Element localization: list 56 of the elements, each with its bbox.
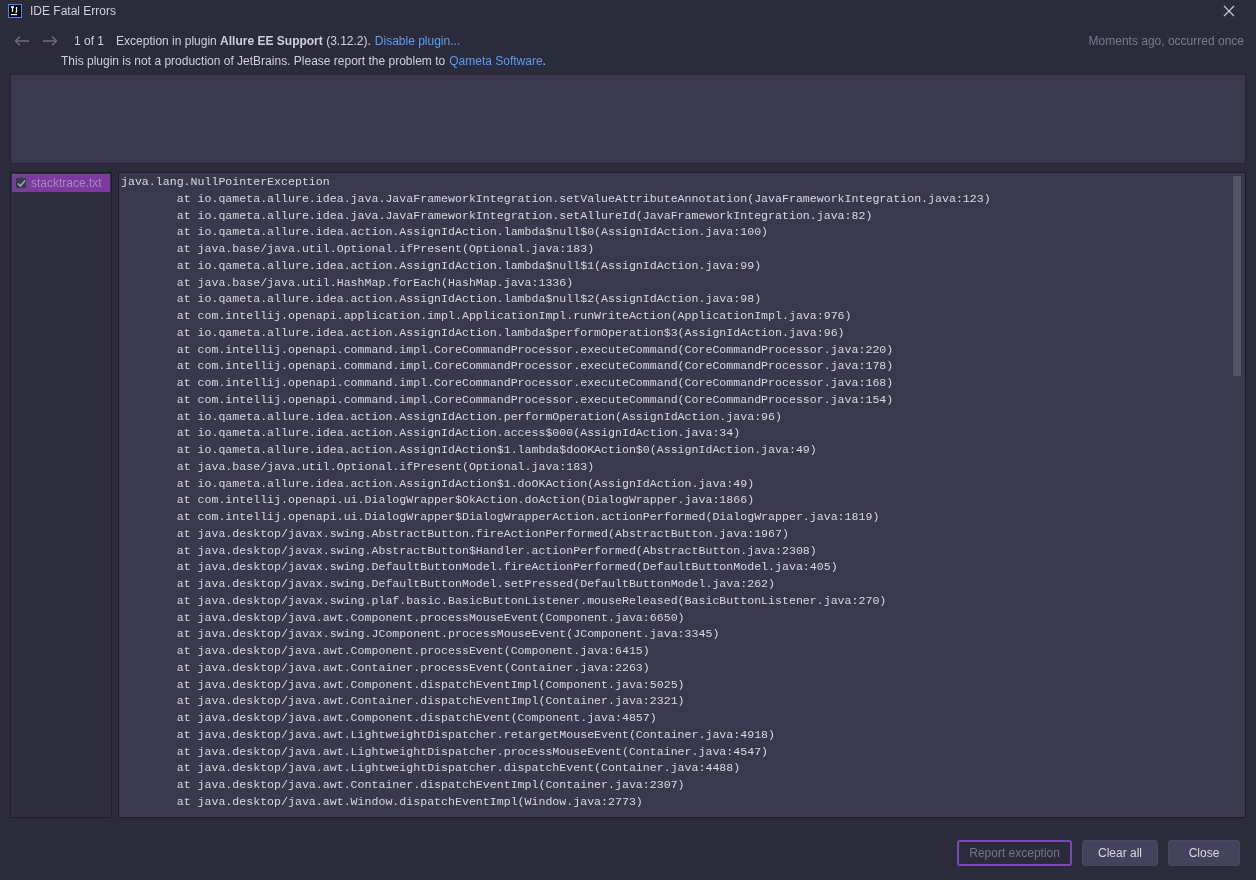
scrollbar-thumb[interactable] xyxy=(1233,176,1241,376)
stacktrace-line: at io.qameta.allure.idea.action.AssignIdAction.access$000(AssignIdAction.java:34) xyxy=(175,425,741,442)
stacktrace-line: at com.intellij.openapi.ui.DialogWrapper$DialogWrapperAction.actionPerformed(DialogWrapper.java:1819) xyxy=(175,509,880,525)
stacktrace-line: at java.base/java.util.Optional.ifPresent(Optional.java:183) xyxy=(175,241,595,257)
checkbox[interactable] xyxy=(15,177,27,189)
disable-plugin-link[interactable]: Disable plugin... xyxy=(374,32,461,50)
details-area[interactable] xyxy=(10,74,1246,164)
error-message: Exception in plugin Allure EE Support (3.12.2). xyxy=(116,33,371,50)
stacktrace-line: at java.desktop/javax.swing.JComponent.processMouseEvent(JComponent.java:3345) xyxy=(175,626,720,643)
stacktrace-line: at com.intellij.openapi.command.impl.CoreCommandProcessor.executeCommand(CoreCommandProcessor.java:154) xyxy=(175,391,894,408)
stacktrace-line: at java.desktop/java.awt.Component.processEvent(Component.java:6415) xyxy=(175,643,650,659)
stacktrace-line: at java.desktop/javax.swing.AbstractButton.fireActionPerformed(AbstractButton.java:1967) xyxy=(175,525,789,542)
stacktrace-line: at java.desktop/javax.swing.AbstractButton$Handler.actionPerformed(AbstractButton.java:2308) xyxy=(175,542,817,559)
stacktrace-line: at java.desktop/javax.swing.DefaultButtonModel.setPressed(DefaultButtonModel.java:262) xyxy=(175,576,775,592)
stacktrace-line: at com.intellij.openapi.application.impl.ApplicationImpl.runWriteAction(ApplicationImpl.java:976) xyxy=(175,308,852,324)
stacktrace-line: at io.qameta.allure.idea.java.JavaFrameworkIntegration.setAllureId(JavaFrameworkIntegration.java:82) xyxy=(175,207,873,224)
stacktrace-line: at java.desktop/java.awt.Container.dispatchEventImpl(Container.java:2321) xyxy=(175,693,685,710)
app-logo-icon xyxy=(8,4,22,18)
right-arrow-icon[interactable] xyxy=(42,35,58,47)
stacktrace-line: at java.desktop/javax.swing.plaf.basic.BasicButtonListener.mouseReleased(BasicButtonListener.java:270) xyxy=(175,592,887,609)
stacktrace-line: at java.desktop/java.awt.Component.dispatchEventImpl(Component.java:5025) xyxy=(175,676,685,693)
stacktrace-line: at com.intellij.openapi.command.impl.CoreCommandProcessor.executeCommand(CoreCommandProcessor.java:220) xyxy=(175,341,894,358)
left-arrow-icon[interactable] xyxy=(14,35,30,47)
stacktrace-line: at java.desktop/java.awt.LightweightDispatcher.retargetMouseEvent(Container.java:4918) xyxy=(175,726,775,743)
stacktrace-line: at java.desktop/java.awt.LightweightDispatcher.dispatchEvent(Container.java:4488) xyxy=(175,760,741,777)
stacktrace-line: at io.qameta.allure.idea.action.AssignIdAction.lambda$null$0(AssignIdAction.java:100) xyxy=(175,224,769,241)
stacktrace-line: at java.desktop/java.awt.Container.dispatchEventImpl(Container.java:2307) xyxy=(175,777,685,793)
stacktrace-line: at java.base/java.util.Optional.ifPresent(Optional.java:183) xyxy=(175,458,595,475)
stacktrace-line: at io.qameta.allure.idea.action.AssignIdAction$1.lambda$doOKAction$0(AssignIdAction.java:49) xyxy=(175,442,817,458)
stacktrace-line: at java.desktop/java.awt.Component.dispatchEvent(Component.java:4857) xyxy=(175,710,657,726)
stacktrace-line: at java.desktop/javax.swing.DefaultButtonModel.fireActionPerformed(DefaultButtonModel.java:405) xyxy=(175,559,838,576)
window-title: IDE Fatal Errors xyxy=(30,3,116,20)
stacktrace-line: at java.desktop/java.awt.Window.dispatchEventImpl(Window.java:2773) xyxy=(175,793,643,810)
timestamp-text: Moments ago, occurred once xyxy=(1088,33,1244,50)
period-text: . xyxy=(542,53,546,70)
stacktrace-line: at java.base/java.util.HashMap.forEach(HashMap.java:1336) xyxy=(175,274,574,291)
stacktrace-line: at io.qameta.allure.idea.action.AssignIdAction.performOperation(AssignIdAction.java:96) xyxy=(175,408,782,425)
dialog-button[interactable]: Clear all xyxy=(1082,840,1158,866)
stacktrace-line: at java.desktop/java.awt.LightweightDispatcher.processMouseEvent(Container.java:4547) xyxy=(175,743,769,760)
dialog-button[interactable]: Close xyxy=(1168,840,1240,866)
stacktrace-line: at java.desktop/java.awt.Container.processEvent(Container.java:2263) xyxy=(175,659,650,676)
stacktrace-line: at io.qameta.allure.idea.action.AssignIdAction.lambda$performOperation$3(AssignIdAction.java:96) xyxy=(175,324,845,341)
close-icon[interactable] xyxy=(1223,5,1235,17)
stacktrace-line: at com.intellij.openapi.command.impl.CoreCommandProcessor.executeCommand(CoreCommandProcessor.java:178) xyxy=(175,358,894,375)
stacktrace-line: at io.qameta.allure.idea.action.AssignIdAction$1.doOKAction(AssignIdAction.java:49) xyxy=(175,475,755,492)
notice-text: This plugin is not a production of JetBrains. Please report the problem to xyxy=(61,53,446,70)
stacktrace-line: at com.intellij.openapi.ui.DialogWrapper$OkAction.doAction(DialogWrapper.java:1866) xyxy=(175,492,755,509)
stacktrace-line: java.lang.NullPointerException xyxy=(121,174,330,190)
error-counter: 1 of 1 xyxy=(74,33,105,50)
vendor-link[interactable]: Qameta Software xyxy=(449,52,543,70)
stacktrace-line: at io.qameta.allure.idea.java.JavaFrameworkIntegration.setValueAttributeAnnotation(JavaFrameworkIntegration.java:123) xyxy=(175,190,991,207)
stacktrace-line: at io.qameta.allure.idea.action.AssignIdAction.lambda$null$2(AssignIdAction.java:98) xyxy=(175,291,762,308)
stacktrace-line: at java.desktop/java.awt.Component.processMouseEvent(Component.java:6650) xyxy=(175,609,685,626)
stacktrace-area[interactable] xyxy=(118,172,1246,818)
stacktrace-line: at com.intellij.openapi.command.impl.CoreCommandProcessor.executeCommand(CoreCommandProcessor.java:168) xyxy=(175,375,894,391)
stacktrace-line: at io.qameta.allure.idea.action.AssignIdAction.lambda$null$1(AssignIdAction.java:99) xyxy=(175,257,762,274)
